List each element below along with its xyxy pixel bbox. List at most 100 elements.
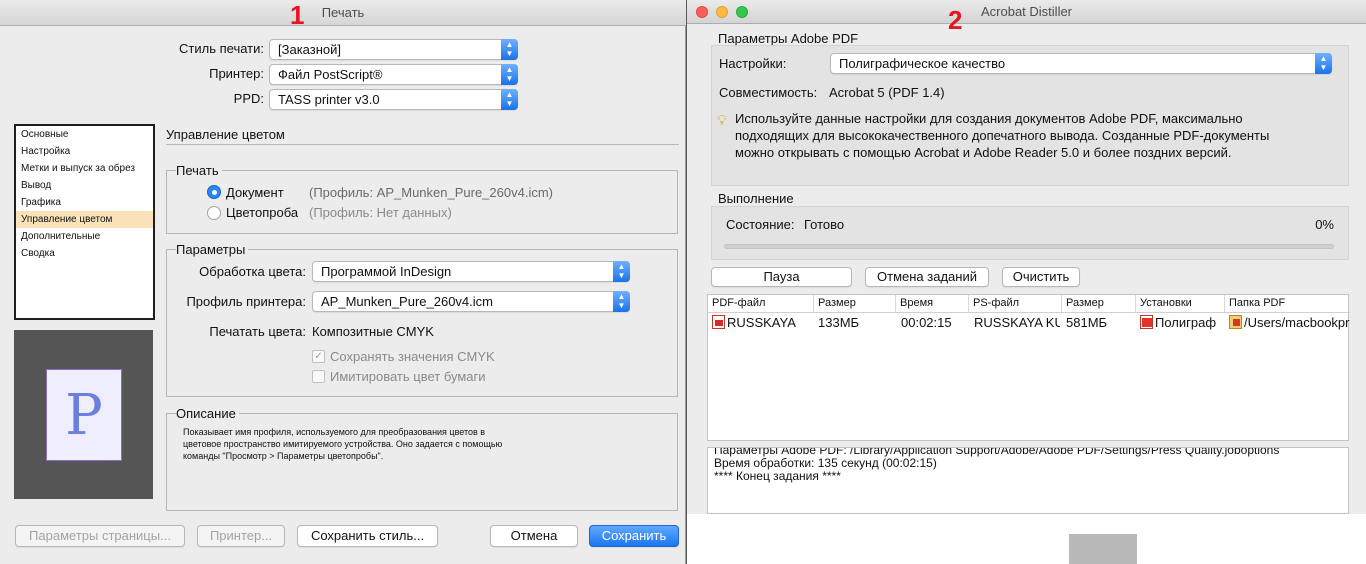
marker-2: 2 (948, 5, 963, 35)
col-size[interactable]: Размер (814, 295, 896, 312)
lightbulb-icon: 💡︎ (717, 112, 727, 128)
preserve-cmyk-checkbox[interactable]: ✓ (312, 350, 325, 363)
chevron-updown-icon: ▲ ▼ (1315, 53, 1332, 74)
print-style-value: [Заказной] (278, 42, 341, 57)
params-group-title: Параметры (176, 242, 249, 257)
cancel-jobs-button[interactable]: Отмена заданий (865, 267, 989, 287)
execution-title: Выполнение (718, 191, 794, 206)
simulate-paper-label: Имитировать цвет бумаги (330, 369, 486, 384)
sidebar-item[interactable]: Сводка (16, 245, 153, 262)
sidebar-item[interactable]: Настройка (16, 143, 153, 160)
sidebar-item[interactable]: Основные (16, 126, 153, 143)
print-group-title-overlay: Печать (176, 163, 222, 178)
pdf-file-icon (712, 315, 725, 329)
cell-ps-size: 581МБ (1066, 315, 1108, 330)
info-line-2: подходящих для высококачественного допеч… (735, 128, 1270, 143)
sidebar-item[interactable]: Вывод (16, 177, 153, 194)
chevron-updown-icon: ▲ ▼ (613, 261, 630, 282)
printer-select[interactable]: Файл PostScript® ▲ ▼ (269, 64, 518, 85)
pause-button[interactable]: Пауза (711, 267, 852, 287)
color-handling-value: Программой InDesign (321, 264, 452, 279)
col-ps-size[interactable]: Размер (1062, 295, 1136, 312)
marker-1: 1 (290, 0, 305, 30)
settings-select[interactable]: Полиграфическое качество ▲ ▼ (830, 53, 1332, 74)
col-settings[interactable]: Установки (1136, 295, 1225, 312)
chevron-updown-icon: ▲ ▼ (501, 64, 518, 85)
sidebar-item[interactable]: Метки и выпуск за обрез (16, 160, 153, 177)
cell-folder-text: /Users/macbookpro (1244, 315, 1350, 330)
cell-settings-text: Полиграф (1155, 315, 1217, 330)
print-style-label: Стиль печати: (179, 41, 264, 56)
description-line-1: Показывает имя профиля, используемого дл… (183, 427, 486, 437)
log-area: Параметры Adobe PDF: /Library/Applicatio… (707, 447, 1349, 514)
print-dialog-title: Печать (0, 0, 686, 26)
section-list: Основные Настройка Метки и выпуск за обрез… (14, 124, 155, 320)
document-radio[interactable] (207, 185, 221, 199)
description-line-3: команды "Просмотр > Параметры цветопробы… (183, 451, 384, 461)
print-colors-label: Печатать цвета: (209, 324, 306, 339)
col-ps-file[interactable]: PS-файл (969, 295, 1062, 312)
close-icon[interactable] (696, 6, 708, 18)
simulate-paper-checkbox[interactable] (312, 370, 325, 383)
col-time[interactable]: Время (896, 295, 969, 312)
sidebar-item[interactable]: Дополнительные (16, 228, 153, 245)
description-group-title: Описание (176, 406, 239, 421)
cell-folder: /Users/macbookpro (1229, 314, 1350, 332)
cell-pdf: RUSSKAYA (712, 314, 812, 332)
save-style-button[interactable]: Сохранить стиль... (297, 525, 438, 547)
ppd-select[interactable]: TASS printer v3.0 ▲ ▼ (269, 89, 518, 110)
progress-bar (724, 244, 1334, 249)
header-divider (708, 312, 1350, 313)
page-setup-button[interactable]: Параметры страницы... (15, 525, 185, 547)
log-line-3: **** Конец задания **** (714, 469, 841, 483)
chevron-updown-icon: ▲ ▼ (613, 291, 630, 312)
sidebar-item[interactable]: Управление цветом (16, 211, 153, 228)
printer-label: Принтер: (209, 66, 264, 81)
proof-radio[interactable] (207, 206, 221, 220)
status-value: Готово (804, 217, 845, 232)
info-line-1: Используйте данные настройки для создани… (735, 111, 1243, 126)
print-colors-value: Композитные CMYK (312, 324, 434, 339)
jobs-table: PDF-файл Размер Время PS-файл Размер Уст… (707, 294, 1350, 441)
background-window-edge (1069, 534, 1137, 564)
distiller-window: Acrobat Distiller 2 Параметры Adobe PDF … (687, 0, 1366, 514)
preview-page: P (46, 369, 122, 461)
info-line-3: можно открывать с помощью Acrobat и Adob… (735, 145, 1232, 160)
settings-value: Полиграфическое качество (839, 56, 1006, 71)
distiller-title: Acrobat Distiller (687, 0, 1366, 24)
compat-label: Совместимость: (719, 85, 818, 100)
settings-file-icon (1140, 315, 1153, 329)
clear-button[interactable]: Очистить (1002, 267, 1080, 287)
col-pdf-file[interactable]: PDF-файл (708, 295, 814, 312)
col-pdf-folder[interactable]: Папка PDF (1225, 295, 1350, 312)
minimize-icon[interactable] (716, 6, 728, 18)
print-style-select[interactable]: [Заказной] ▲ ▼ (269, 39, 518, 60)
zoom-icon[interactable] (736, 6, 748, 18)
sidebar-item[interactable]: Графика (16, 194, 153, 211)
cancel-button[interactable]: Отмена (490, 525, 578, 547)
printer-button[interactable]: Принтер... (197, 525, 285, 547)
print-dialog: Печать 1 Стиль печати: [Заказной] ▲ ▼ При… (0, 0, 686, 564)
description-line-2: цветовое пространство имитируемого устро… (183, 439, 503, 449)
folder-icon (1229, 315, 1242, 329)
settings-label: Настройки: (719, 56, 787, 71)
chevron-updown-icon: ▲ ▼ (501, 39, 518, 60)
section-heading: Управление цветом (166, 127, 285, 142)
execution-panel (711, 206, 1349, 260)
document-profile: (Профиль: AP_Munken_Pure_260v4.icm) (309, 185, 553, 200)
progress-percent: 0% (1315, 217, 1334, 232)
ppd-label: PPD: (233, 91, 264, 106)
desktop-background (687, 514, 1366, 564)
printer-profile-select[interactable]: AP_Munken_Pure_260v4.icm ▲ ▼ (312, 291, 630, 312)
proof-label[interactable]: Цветопроба (226, 205, 298, 220)
pdf-settings-title: Параметры Adobe PDF (718, 31, 859, 46)
printer-value: Файл PostScript® (278, 67, 383, 82)
color-handling-label: Обработка цвета: (199, 264, 306, 279)
cell-time: 00:02:15 (901, 315, 952, 330)
status-label: Состояние: (726, 217, 795, 232)
save-button[interactable]: Сохранить (589, 525, 679, 547)
document-label[interactable]: Документ (226, 185, 284, 200)
color-handling-select[interactable]: Программой InDesign ▲ ▼ (312, 261, 630, 282)
section-divider (166, 144, 679, 145)
chevron-updown-icon: ▲ ▼ (501, 89, 518, 110)
